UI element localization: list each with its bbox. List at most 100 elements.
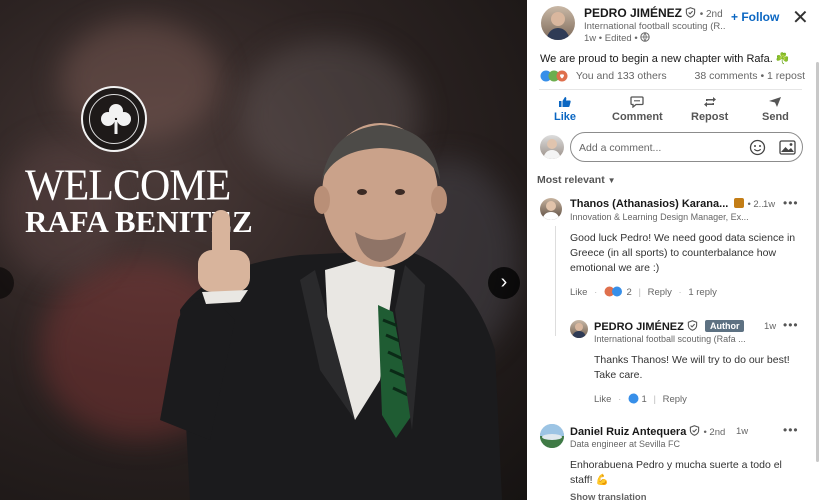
reply-author-avatar[interactable] — [570, 320, 588, 338]
scrollbar[interactable] — [816, 62, 819, 462]
comment-actions: Like · 2 | Reply · 1 reply — [570, 286, 717, 298]
author-badge: Author — [704, 320, 745, 332]
post-meta: 1w • Edited • — [584, 32, 650, 44]
ellipsis-icon: ••• — [783, 423, 799, 437]
comment-sort-dropdown[interactable]: Most relevant ▼ — [537, 174, 616, 186]
replies-count-link[interactable]: 1 reply — [688, 287, 717, 298]
more-options-button[interactable]: ••• — [783, 318, 799, 332]
author-headline: International football scouting (R... — [584, 21, 726, 32]
verified-icon — [690, 425, 700, 436]
post-text: We are proud to begin a new chapter with… — [540, 53, 790, 65]
verified-icon — [686, 7, 696, 18]
linkedin-premium-icon — [734, 198, 745, 208]
send-label: Send — [762, 111, 789, 123]
image-icon[interactable] — [779, 140, 796, 155]
thumbs-up-icon — [559, 97, 571, 108]
connection-degree: • 2nd — [699, 9, 723, 20]
sort-label: Most relevant — [537, 174, 605, 186]
send-icon — [769, 97, 782, 107]
commenter-name-text: Thanos (Athanasios) Karana... — [570, 198, 729, 210]
comment-like-button[interactable]: Like — [570, 287, 587, 298]
separator: · — [594, 287, 598, 298]
reaction-icons[interactable] — [540, 70, 570, 82]
connection-degree: • 2nd — [703, 427, 726, 438]
caret-down-icon: ▼ — [607, 176, 616, 185]
author-name-text: PEDRO JIMÉNEZ — [584, 6, 683, 20]
commenter-avatar[interactable] — [540, 424, 564, 448]
coach-photo — [160, 123, 502, 500]
comment-placeholder: Add a comment... — [579, 142, 662, 154]
next-image-button[interactable]: › — [488, 267, 520, 299]
commenter-headline: Data engineer at Sevilla FC — [570, 439, 681, 449]
comment-time: 1w — [763, 199, 776, 210]
reply-author-name[interactable]: PEDRO JIMÉNEZ Author — [594, 320, 745, 333]
globe-icon — [640, 32, 650, 42]
post-side-panel: PEDRO JIMÉNEZ • 2nd International footba… — [527, 0, 820, 500]
social-counts: 38 comments • 1 repost — [695, 70, 806, 82]
repost-button[interactable]: Repost — [691, 96, 728, 123]
reactions-count[interactable]: You and 133 others — [576, 70, 667, 82]
comment-reply-button[interactable]: Reply — [648, 287, 672, 298]
comment-icon — [630, 96, 645, 108]
comment-button[interactable]: Comment — [612, 96, 663, 123]
commenter-name[interactable]: Daniel Ruiz Antequera • 2nd — [570, 425, 725, 438]
separator: | — [653, 394, 656, 405]
separator: | — [638, 287, 641, 298]
reply-actions: Like · 1 | Reply — [594, 393, 687, 405]
like-button[interactable]: Like — [554, 96, 576, 123]
commenter-headline: Innovation & Learning Design Manager, Ex… — [570, 212, 749, 222]
comment-time: 1w — [736, 426, 749, 437]
author-avatar[interactable] — [541, 6, 575, 40]
comment-text: Good luck Pedro! We need good data scien… — [570, 232, 796, 274]
person-photo-icon — [542, 201, 560, 220]
post-image[interactable]: WELCOME RAFA BENITEZ › — [0, 0, 527, 500]
person-photo-icon — [543, 139, 561, 159]
reply-reaction-count[interactable]: 1 — [642, 394, 647, 405]
comment-label: Comment — [612, 111, 663, 123]
person-photo-icon — [572, 323, 586, 338]
ellipsis-icon: ••• — [783, 318, 799, 332]
reply-author-headline: International football scouting (Rafa ..… — [594, 334, 746, 344]
reply-text: Thanks Thanos! We will try to do our bes… — [594, 354, 790, 381]
thread-line — [555, 226, 556, 336]
club-crest-logo — [81, 86, 147, 152]
current-user-avatar[interactable] — [540, 135, 564, 159]
comment-reaction-count[interactable]: 2 — [627, 287, 632, 298]
like-reaction-icon[interactable] — [628, 393, 639, 404]
person-photo-icon — [546, 12, 570, 40]
more-options-button[interactable]: ••• — [783, 196, 799, 210]
commenter-name[interactable]: Thanos (Athanasios) Karana... • 2... — [570, 198, 767, 210]
commenter-name-text: Daniel Ruiz Antequera — [570, 426, 687, 438]
post-time-edited: 1w • Edited • — [584, 33, 638, 44]
comments-count-link[interactable]: 38 comments — [695, 70, 758, 82]
show-translation-link[interactable]: Show translation — [570, 492, 647, 500]
shamrock-icon — [101, 104, 131, 134]
chevron-right-icon: › — [500, 271, 508, 293]
divider — [539, 89, 802, 90]
send-button[interactable]: Send — [762, 96, 789, 123]
author-name[interactable]: PEDRO JIMÉNEZ • 2nd — [584, 6, 723, 20]
separator: · — [618, 394, 622, 405]
reply-like-button[interactable]: Like — [594, 394, 611, 405]
close-icon: ✕ — [792, 7, 809, 29]
previous-image-button[interactable] — [0, 267, 14, 299]
reply-time: 1w — [764, 321, 777, 332]
follow-button[interactable]: + Follow — [731, 10, 779, 24]
like-label: Like — [554, 111, 577, 123]
reactions-row: You and 133 others 38 comments • 1 repos… — [540, 70, 805, 82]
reply-author-name-text: PEDRO JIMÉNEZ — [594, 321, 684, 333]
comment-text: Enhorabuena Pedro y mucha suerte a todo … — [570, 459, 782, 486]
emoji-icon[interactable] — [749, 139, 766, 156]
reaction-icons[interactable] — [604, 286, 624, 297]
commenter-avatar[interactable] — [540, 198, 562, 220]
comment-input[interactable]: Add a comment... — [570, 132, 803, 162]
reposts-count-link[interactable]: 1 repost — [767, 70, 805, 82]
stadium-photo-icon — [540, 424, 564, 448]
close-button[interactable]: ✕ — [792, 8, 809, 28]
more-options-button[interactable]: ••• — [783, 423, 799, 437]
repost-icon — [703, 97, 716, 107]
ellipsis-icon: ••• — [783, 196, 799, 210]
separator: · — [678, 287, 682, 298]
verified-icon — [687, 320, 698, 331]
reply-reply-button[interactable]: Reply — [663, 394, 687, 405]
